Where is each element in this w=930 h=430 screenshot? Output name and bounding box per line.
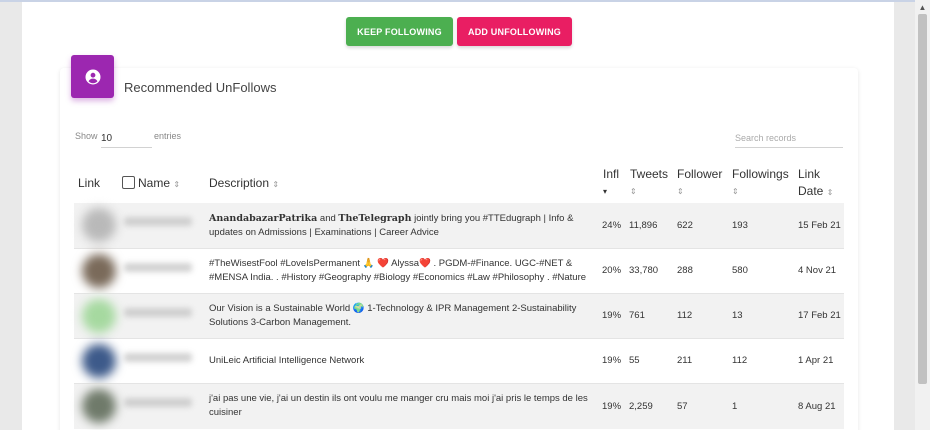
column-header-tweets[interactable]: Tweets ⇕ [630, 166, 668, 200]
table-row[interactable]: #TheWisestFool #LoveIsPermanent 🙏 ❤️ Aly… [74, 249, 844, 294]
row-followings: 193 [732, 220, 748, 231]
row-link-date: 1 Apr 21 [798, 355, 834, 366]
sort-icon[interactable]: ⇕ [732, 183, 789, 200]
column-header-name[interactable]: Name ⇕ [122, 175, 180, 193]
avatar[interactable] [82, 208, 116, 242]
row-link-date: 17 Feb 21 [798, 310, 841, 321]
row-description: #TheWisestFool #LoveIsPermanent 🙏 ❤️ Aly… [209, 258, 587, 283]
table-row[interactable]: AnandabazarPatrika and TheTelegraph join… [74, 203, 844, 248]
column-header-link-date[interactable]: Link Date ⇕ [798, 166, 833, 201]
column-header-followings[interactable]: Followings ⇕ [732, 166, 789, 200]
row-description: j'ai pas une vie, j'ai un destin ils ont… [209, 393, 588, 418]
description-bold-name: TheTelegraph [338, 213, 412, 224]
column-header-follower[interactable]: Follower ⇕ [677, 166, 722, 200]
description-header-label: Description [209, 176, 270, 190]
sort-icon[interactable]: ⇕ [827, 188, 834, 197]
follower-header-label: Follower [677, 167, 723, 181]
user-circle-icon [71, 55, 114, 98]
avatar[interactable] [82, 389, 116, 423]
row-infl: 19% [602, 401, 622, 412]
sort-icon[interactable]: ⇕ [173, 180, 180, 189]
row-tweets: 2,259 [629, 401, 653, 412]
row-infl: 20% [602, 265, 622, 276]
row-infl: 19% [602, 310, 622, 321]
entries-label: entries [154, 131, 182, 141]
row-tweets: 55 [629, 355, 640, 366]
link-date-header-label-1: Link [798, 167, 821, 181]
row-follower: 112 [677, 310, 693, 321]
row-follower: 57 [677, 401, 688, 412]
blurred-username[interactable] [124, 217, 192, 226]
row-infl: 19% [602, 355, 622, 366]
row-tweets: 761 [629, 310, 645, 321]
scrollbar[interactable]: ▲ [915, 0, 930, 430]
table-row[interactable]: UniLeic Artificial Intelligence Network … [74, 339, 844, 384]
scrollbar-thumb[interactable] [918, 14, 927, 384]
row-tweets: 11,896 [629, 220, 658, 231]
blurred-username[interactable] [124, 263, 192, 272]
column-header-infl[interactable]: Infl ▾ [603, 166, 619, 200]
select-all-checkbox[interactable] [122, 176, 135, 189]
keep-following-button[interactable]: KEEP FOLLOWING [346, 17, 453, 46]
column-header-description[interactable]: Description ⇕ [209, 175, 279, 193]
followings-header-label: Followings [732, 167, 789, 181]
card-title: Recommended UnFollows [124, 80, 277, 95]
row-followings: 13 [732, 310, 743, 321]
page-size-input[interactable] [101, 128, 152, 148]
row-followings: 1 [732, 401, 738, 412]
row-follower: 211 [677, 355, 693, 366]
scroll-up-arrow-icon[interactable]: ▲ [915, 0, 930, 15]
name-header-label: Name [138, 176, 171, 190]
row-description: Our Vision is a Sustainable World 🌍 1-Te… [209, 303, 577, 328]
avatar[interactable] [82, 344, 116, 378]
add-unfollowing-button[interactable]: ADD UNFOLLOWING [457, 17, 572, 46]
row-description: UniLeic Artificial Intelligence Network [209, 355, 365, 366]
row-follower: 288 [677, 265, 693, 276]
avatar[interactable] [82, 299, 116, 333]
sort-desc-icon[interactable]: ▾ [603, 183, 619, 200]
table-row[interactable]: j'ai pas une vie, j'ai un destin ils ont… [74, 384, 844, 429]
row-followings: 580 [732, 265, 748, 276]
row-link-date: 15 Feb 21 [798, 220, 841, 231]
search-records-input[interactable] [735, 128, 843, 148]
blurred-username[interactable] [124, 398, 192, 407]
row-follower: 622 [677, 220, 693, 231]
tweets-header-label: Tweets [630, 167, 669, 181]
sort-icon[interactable]: ⇕ [677, 183, 722, 200]
column-header-link: Link [78, 176, 101, 190]
link-date-header-label-2: Date [798, 184, 824, 198]
blurred-username[interactable] [124, 353, 192, 362]
show-label: Show [75, 131, 98, 141]
blurred-username[interactable] [124, 308, 192, 317]
avatar[interactable] [82, 254, 116, 288]
table-row[interactable]: Our Vision is a Sustainable World 🌍 1-Te… [74, 294, 844, 339]
infl-header-label: Infl [603, 167, 620, 181]
sort-icon[interactable]: ⇕ [630, 183, 668, 200]
row-link-date: 4 Nov 21 [798, 265, 837, 276]
row-followings: 112 [732, 355, 748, 366]
row-link-date: 8 Aug 21 [798, 401, 836, 412]
row-infl: 24% [602, 220, 622, 231]
description-text: and [317, 213, 339, 224]
sort-icon[interactable]: ⇕ [272, 180, 279, 189]
row-tweets: 33,780 [629, 265, 659, 276]
description-bold-name: AnandabazarPatrika [209, 213, 318, 224]
row-description: AnandabazarPatrika and TheTelegraph join… [209, 212, 601, 240]
